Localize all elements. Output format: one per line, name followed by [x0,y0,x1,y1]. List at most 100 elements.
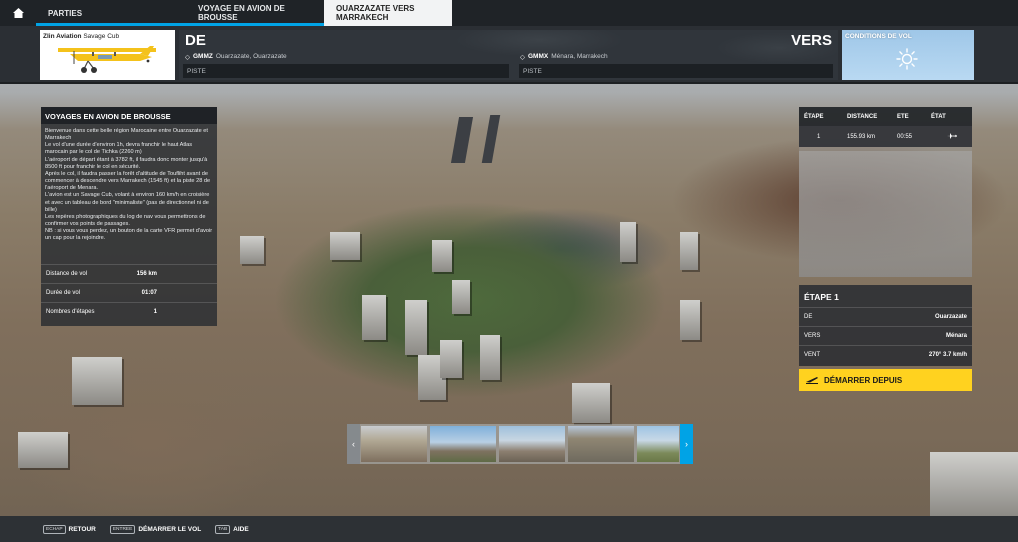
aircraft-maker: Zlin Aviation [43,33,82,40]
description-line: Bienvenue dans cette belle région Maroca… [45,128,208,142]
top-tab-bar: PARTIES VOYAGE EN AVION DE BROUSSE OUARZ… [0,0,1018,26]
start-flight-hint[interactable]: ENTREE DÉMARRER LE VOL [109,524,201,534]
flight-header: Zlin Aviation Savage Cub DE VERS ◇ GMMZ … [0,26,1018,84]
building [362,295,386,340]
tab-label: OUARZAZATE VERS MARRAKECH [336,4,415,22]
runway [481,115,501,163]
start-from-button[interactable]: DÉMARRER DEPUIS [799,369,972,391]
etape-title: ÉTAPE 1 [804,292,839,302]
hint-label: RETOUR [68,525,96,533]
building [680,300,700,340]
departure-runway-select[interactable]: PISTE [183,64,509,78]
from-heading: DE [185,32,206,49]
route-panel: DE VERS ◇ GMMZ Ouarzazate, Ouarzazate ◇ … [179,30,838,80]
flight-conditions-card[interactable]: CONDITIONS DE VOL [842,30,974,80]
departure-airport[interactable]: ◇ GMMZ Ouarzazate, Ouarzazate [185,51,287,62]
description-line: Les repères photographiques du log de na… [45,213,206,228]
etat-cell [923,132,972,141]
building [18,432,68,468]
building [72,357,122,405]
aircraft-card[interactable]: Zlin Aviation Savage Cub [40,30,175,80]
info-title: VOYAGES EN AVION DE BROUSSE [41,107,217,124]
building [330,232,360,260]
arrival-runway-select[interactable]: PISTE [519,64,833,78]
arrival-icao: GMMX [528,53,549,60]
aircraft-image [58,46,156,73]
carousel-thumbnail[interactable] [568,426,634,462]
description-line: Après le col, il faudra passer la forêt … [45,170,211,192]
building [930,452,1018,516]
etape-number: 1 [817,133,821,140]
stat-row: Distance de vol 156 km [41,264,217,283]
bottom-hint-bar: ECHAP RETOUR ENTREE DÉMARRER LE VOL TAB … [0,516,1018,542]
detail-label: DE [804,314,813,320]
carousel-thumbnail[interactable] [637,426,679,462]
key-badge: ECHAP [43,524,66,534]
tab-label: VOYAGE EN AVION DE BROUSSE [198,4,285,22]
carousel-next-button[interactable]: › [680,424,693,464]
departure-name: Ouarzazate, Ouarzazate [215,53,287,60]
start-from-label: DÉMARRER DEPUIS [824,375,903,385]
tab-parties[interactable]: PARTIES [36,0,186,26]
stat-value: 1 [153,309,157,315]
etape-distance: 155.93 km [847,133,876,140]
trip-description: Bienvenue dans cette belle région Maroca… [41,124,217,243]
home-button[interactable] [0,0,36,26]
runway-label: PISTE [523,67,542,75]
diamond-icon: ◇ [185,53,190,61]
chevron-right-icon: › [685,439,688,449]
description-line: L'aéroport de départ étant à 3782 ft, il… [45,156,208,170]
etapes-table-header: ÉTAPE DISTANCE ETE ÉTAT [799,107,972,126]
chevron-left-icon: ‹ [352,439,355,449]
bush-trip-info-panel: VOYAGES EN AVION DE BROUSSE Bienvenue da… [41,107,217,326]
building [680,232,698,270]
description-line: Le vol d'une durée d'environ 1h, devra f… [45,142,193,156]
building [572,383,610,423]
stat-value: 156 km [136,271,157,277]
trip-stats: Distance de vol 156 km Durée de vol 01:0… [41,264,217,321]
stat-label: Nombres d'étapes [46,309,95,315]
photo-carousel: ‹ › [347,424,693,464]
building [432,240,452,272]
detail-label: VERS [804,333,821,339]
stat-row: Durée de vol 01:07 [41,283,217,302]
table-row[interactable]: 1 155.93 km 00:55 [799,126,972,147]
column-header: DISTANCE [847,113,878,120]
carousel-thumbnail[interactable] [430,426,496,462]
key-badge: TAB [215,524,231,534]
detail-value: Ouarzazate [934,314,967,320]
tab-bush-trips[interactable]: VOYAGE EN AVION DE BROUSSE [186,0,324,26]
etape-ete: 00:55 [897,133,913,140]
detail-value: Ménara [945,333,967,339]
tab-label: PARTIES [48,8,83,18]
stat-row: Nombres d'étapes 1 [41,302,217,321]
column-header: ÉTAPE [804,113,824,120]
detail-row: VERS Ménara [799,326,972,345]
carousel-thumbnail[interactable] [361,426,427,462]
conditions-label: CONDITIONS DE VOL [845,33,912,40]
arrival-airport[interactable]: ◇ GMMX Ménara, Marrakech [520,51,608,62]
building [440,340,462,378]
stat-label: Distance de vol [46,271,88,277]
key-badge: ENTREE [109,524,136,534]
departure-icao: GMMZ [193,53,213,60]
etapes-panel: ÉTAPE DISTANCE ETE ÉTAT 1 155.93 km 00:5… [799,107,972,277]
runway [450,117,474,163]
detail-value: 270° 3.7 km/h [928,352,967,358]
description-line: L'avion est un Savage Cub, volant à envi… [45,192,210,213]
sun-icon [896,48,918,70]
stat-label: Durée de vol [46,290,81,296]
back-hint[interactable]: ECHAP RETOUR [43,524,96,534]
detail-label: VENT [804,352,821,358]
building [405,300,427,355]
carousel-thumbnail[interactable] [499,426,565,462]
detail-row: DE Ouarzazate [799,307,972,326]
carousel-prev-button[interactable]: ‹ [347,424,360,464]
aircraft-model: Savage Cub [83,33,120,40]
description-line: NB : si vous vous perdez, un bouton de l… [45,228,213,242]
tab-current-trip[interactable]: OUARZAZATE VERS MARRAKECH [324,0,452,26]
runway-label: PISTE [187,67,206,75]
help-hint[interactable]: TAB AIDE [215,524,249,534]
diamond-icon: ◇ [520,53,525,61]
building [620,222,636,262]
